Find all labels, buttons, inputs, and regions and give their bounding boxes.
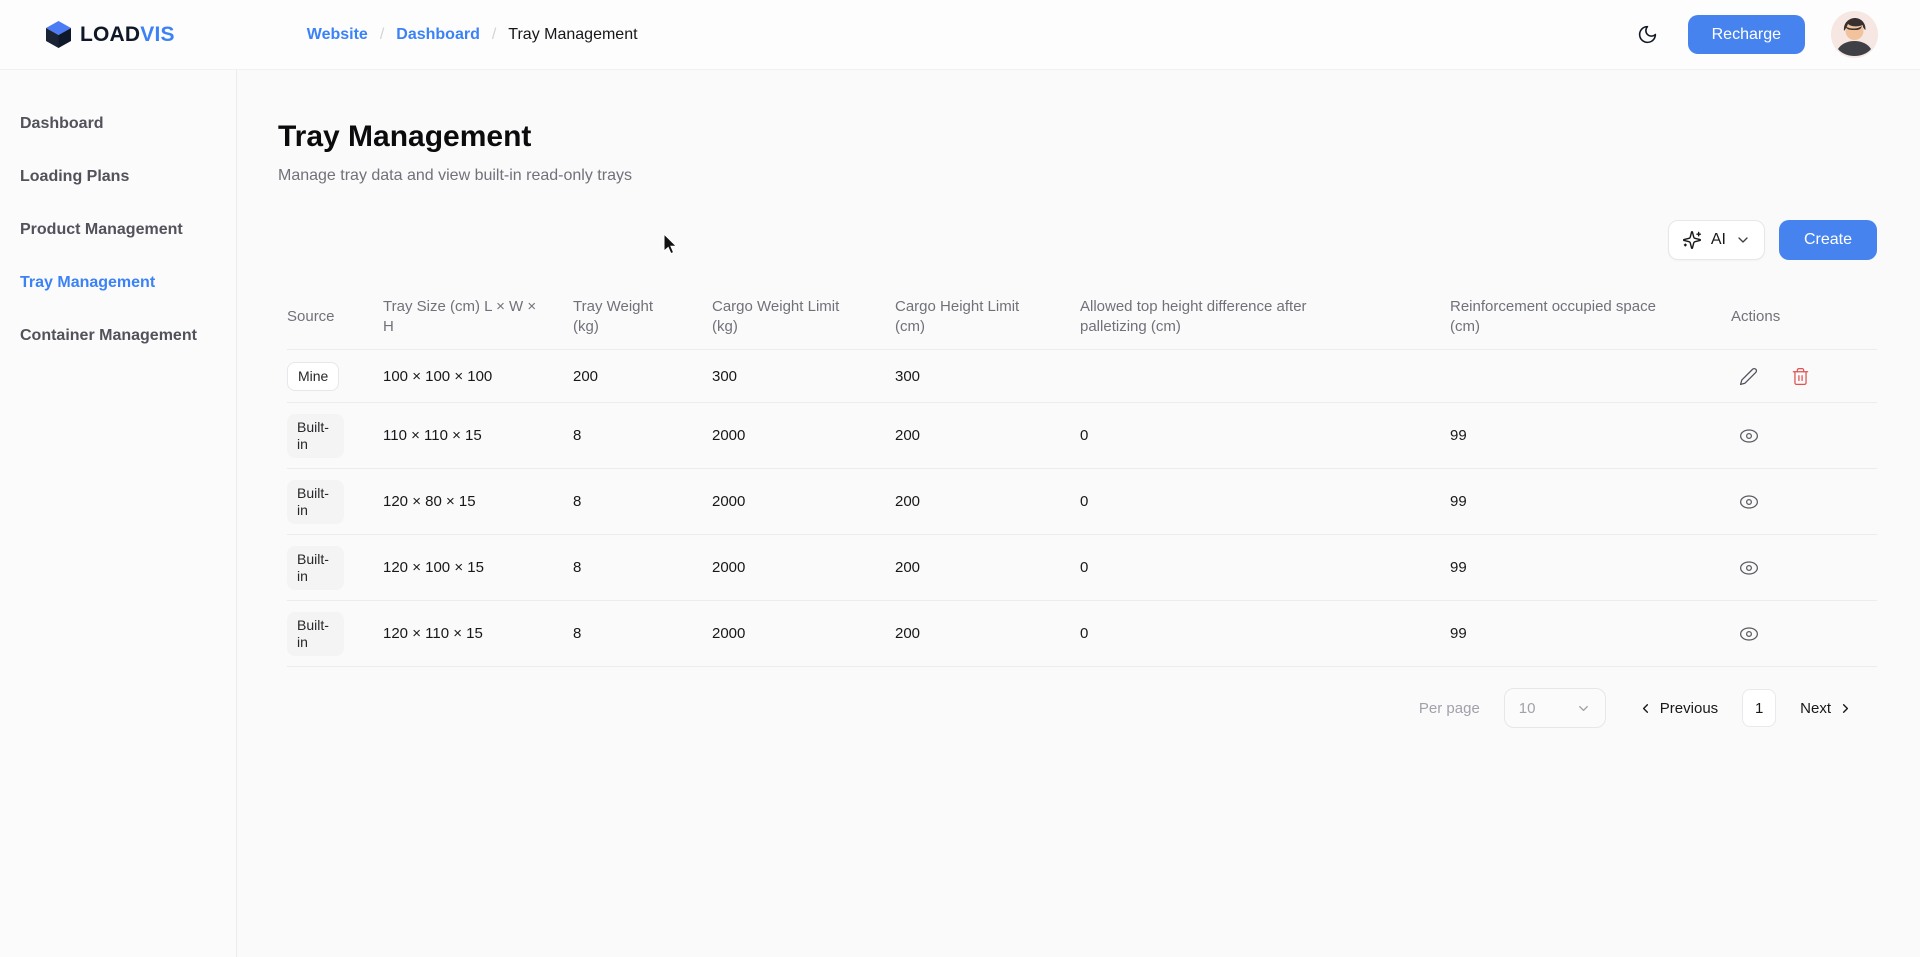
pencil-icon xyxy=(1739,367,1758,386)
col-cargo-height-limit: Cargo Height Limit (cm) xyxy=(895,297,1080,337)
pagination: Per page 10 Previous 1 Next xyxy=(278,688,1877,728)
cargo-height-limit-value: 200 xyxy=(895,493,1080,510)
view-button[interactable] xyxy=(1737,492,1761,512)
moon-icon xyxy=(1637,24,1658,45)
table-row: Built-in 110 × 110 × 15 8 2000 200 0 99 xyxy=(287,403,1877,469)
cargo-weight-limit-value: 2000 xyxy=(712,625,895,642)
reinforcement-space-value: 99 xyxy=(1450,625,1731,642)
table-row: Built-in 120 × 80 × 15 8 2000 200 0 99 xyxy=(287,469,1877,535)
page-number-button[interactable]: 1 xyxy=(1742,689,1776,727)
create-button[interactable]: Create xyxy=(1779,220,1877,260)
sidebar-item-product-management[interactable]: Product Management xyxy=(0,213,236,247)
cube-logo-icon xyxy=(45,20,72,49)
sidebar-item-loading-plans[interactable]: Loading Plans xyxy=(0,160,236,194)
view-button[interactable] xyxy=(1737,558,1761,578)
cargo-height-limit-value: 200 xyxy=(895,427,1080,444)
eye-icon xyxy=(1739,428,1759,444)
tray-table: Source Tray Size (cm) L × W × H Tray Wei… xyxy=(278,287,1877,667)
brand-logo[interactable]: LOADVIS xyxy=(45,20,175,49)
per-page-label: Per page xyxy=(1419,700,1480,717)
cargo-height-limit-value: 200 xyxy=(895,625,1080,642)
breadcrumb: Website / Dashboard / Tray Management xyxy=(307,26,638,44)
reinforcement-space-value: 99 xyxy=(1450,559,1731,576)
table-row: Built-in 120 × 110 × 15 8 2000 200 0 99 xyxy=(287,601,1877,667)
table-header-row: Source Tray Size (cm) L × W × H Tray Wei… xyxy=(287,287,1877,350)
tray-size-value: 100 × 100 × 100 xyxy=(383,368,573,385)
col-reinforcement-space: Reinforcement occupied space (cm) xyxy=(1450,297,1731,337)
breadcrumb-current: Tray Management xyxy=(508,26,637,44)
per-page-select[interactable]: 10 xyxy=(1504,688,1606,728)
tray-weight-value: 8 xyxy=(573,625,712,642)
tray-size-value: 120 × 110 × 15 xyxy=(383,625,573,642)
cargo-weight-limit-value: 300 xyxy=(712,368,895,385)
chevron-down-icon xyxy=(1735,232,1751,248)
tray-weight-value: 8 xyxy=(573,493,712,510)
col-cargo-weight-limit: Cargo Weight Limit (kg) xyxy=(712,297,895,337)
ai-menu-button[interactable]: AI xyxy=(1668,220,1765,260)
source-badge-builtin: Built-in xyxy=(287,480,344,524)
trash-icon xyxy=(1791,367,1810,386)
source-badge-builtin: Built-in xyxy=(287,546,344,590)
source-badge-mine: Mine xyxy=(287,362,339,391)
chevron-down-icon xyxy=(1576,701,1591,716)
source-badge-builtin: Built-in xyxy=(287,414,344,458)
chevron-left-icon xyxy=(1638,701,1653,716)
view-button[interactable] xyxy=(1737,624,1761,644)
allowed-top-diff-value: 0 xyxy=(1080,427,1450,444)
theme-toggle-button[interactable] xyxy=(1633,20,1662,49)
col-tray-weight: Tray Weight (kg) xyxy=(573,297,712,337)
sidebar-item-dashboard[interactable]: Dashboard xyxy=(0,107,236,141)
page-subtitle: Manage tray data and view built-in read-… xyxy=(278,167,1877,185)
sidebar: Dashboard Loading Plans Product Manageme… xyxy=(0,70,237,957)
brand-name: LOADVIS xyxy=(80,23,175,47)
table-row: Mine 100 × 100 × 100 200 300 300 xyxy=(287,350,1877,403)
cargo-height-limit-value: 300 xyxy=(895,368,1080,385)
reinforcement-space-value: 99 xyxy=(1450,427,1731,444)
col-source: Source xyxy=(287,307,383,327)
breadcrumb-dashboard[interactable]: Dashboard xyxy=(396,26,480,44)
breadcrumb-website[interactable]: Website xyxy=(307,26,368,44)
sidebar-item-tray-management[interactable]: Tray Management xyxy=(0,266,236,300)
cargo-weight-limit-value: 2000 xyxy=(712,493,895,510)
col-tray-size: Tray Size (cm) L × W × H xyxy=(383,297,573,337)
allowed-top-diff-value: 0 xyxy=(1080,493,1450,510)
per-page-value: 10 xyxy=(1519,700,1536,717)
tray-weight-value: 8 xyxy=(573,427,712,444)
tray-weight-value: 8 xyxy=(573,559,712,576)
allowed-top-diff-value: 0 xyxy=(1080,625,1450,642)
view-button[interactable] xyxy=(1737,426,1761,446)
breadcrumb-separator: / xyxy=(492,26,496,44)
chevron-right-icon xyxy=(1838,701,1853,716)
next-page-button[interactable]: Next xyxy=(1800,700,1853,717)
ai-button-label: AI xyxy=(1711,231,1726,249)
sidebar-item-container-management[interactable]: Container Management xyxy=(0,319,236,353)
eye-icon xyxy=(1739,560,1759,576)
cargo-weight-limit-value: 2000 xyxy=(712,427,895,444)
cargo-height-limit-value: 200 xyxy=(895,559,1080,576)
delete-button[interactable] xyxy=(1789,365,1812,388)
table-toolbar: AI Create xyxy=(278,220,1877,260)
breadcrumb-separator: / xyxy=(380,26,384,44)
page-title: Tray Management xyxy=(278,118,1877,156)
previous-page-button[interactable]: Previous xyxy=(1638,700,1718,717)
tray-size-value: 120 × 100 × 15 xyxy=(383,559,573,576)
eye-icon xyxy=(1739,494,1759,510)
allowed-top-diff-value: 0 xyxy=(1080,559,1450,576)
edit-button[interactable] xyxy=(1737,365,1760,388)
eye-icon xyxy=(1739,626,1759,642)
sparkles-icon xyxy=(1682,230,1702,250)
main-content: Tray Management Manage tray data and vie… xyxy=(237,70,1920,957)
cargo-weight-limit-value: 2000 xyxy=(712,559,895,576)
tray-weight-value: 200 xyxy=(573,368,712,385)
col-actions: Actions xyxy=(1731,307,1877,327)
tray-size-value: 120 × 80 × 15 xyxy=(383,493,573,510)
table-row: Built-in 120 × 100 × 15 8 2000 200 0 99 xyxy=(287,535,1877,601)
user-avatar[interactable] xyxy=(1831,11,1878,58)
source-badge-builtin: Built-in xyxy=(287,612,344,656)
topbar: LOADVIS Website / Dashboard / Tray Manag… xyxy=(0,0,1920,70)
col-allowed-top-diff: Allowed top height difference after pall… xyxy=(1080,297,1450,337)
recharge-button[interactable]: Recharge xyxy=(1688,15,1805,54)
tray-size-value: 110 × 110 × 15 xyxy=(383,427,573,444)
reinforcement-space-value: 99 xyxy=(1450,493,1731,510)
